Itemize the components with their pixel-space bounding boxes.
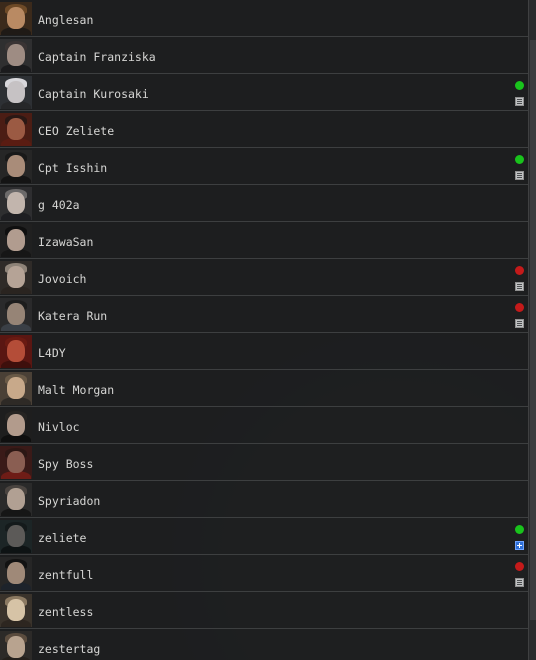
contact-name: Spy Boss bbox=[38, 457, 94, 471]
contact-list: Anglesan Captain Franziska Captain Kuros… bbox=[0, 0, 528, 660]
contact-row[interactable]: Malt Morgan bbox=[0, 371, 528, 407]
offline-status-icon bbox=[515, 562, 524, 571]
avatar[interactable] bbox=[0, 113, 32, 146]
contact-row[interactable]: Anglesan bbox=[0, 1, 528, 37]
avatar[interactable] bbox=[0, 335, 32, 368]
contact-name: Malt Morgan bbox=[38, 383, 115, 397]
contact-row[interactable]: IzawaSan bbox=[0, 223, 528, 259]
contact-row[interactable]: zentless bbox=[0, 593, 528, 629]
contact-row[interactable]: Captain Franziska bbox=[0, 38, 528, 74]
avatar[interactable] bbox=[0, 520, 32, 553]
avatar[interactable] bbox=[0, 150, 32, 183]
avatar[interactable] bbox=[0, 557, 32, 590]
contact-name: Cpt Isshin bbox=[38, 161, 108, 175]
contact-name: zentless bbox=[38, 605, 94, 619]
contact-name: zentfull bbox=[38, 568, 94, 582]
contact-name: Katera Run bbox=[38, 309, 108, 323]
contact-row[interactable]: zeliete bbox=[0, 519, 528, 555]
offline-status-icon bbox=[515, 303, 524, 312]
avatar[interactable] bbox=[0, 187, 32, 220]
scrollbar[interactable] bbox=[528, 0, 536, 660]
avatar[interactable] bbox=[0, 261, 32, 294]
avatar[interactable] bbox=[0, 409, 32, 442]
online-status-icon bbox=[515, 155, 524, 164]
contact-row[interactable]: zentfull bbox=[0, 556, 528, 592]
contact-row[interactable]: L4DY bbox=[0, 334, 528, 370]
avatar[interactable] bbox=[0, 39, 32, 72]
contact-row[interactable]: Cpt Isshin bbox=[0, 149, 528, 185]
contact-name: Nivloc bbox=[38, 420, 80, 434]
avatar[interactable] bbox=[0, 224, 32, 257]
note-icon[interactable] bbox=[515, 171, 524, 180]
avatar[interactable] bbox=[0, 631, 32, 660]
contact-row[interactable]: Jovoich bbox=[0, 260, 528, 296]
contact-name: IzawaSan bbox=[38, 235, 94, 249]
contact-row[interactable]: g 402a bbox=[0, 186, 528, 222]
contacts-window: Anglesan Captain Franziska Captain Kuros… bbox=[0, 0, 536, 660]
scrollbar-thumb[interactable] bbox=[530, 40, 536, 620]
avatar[interactable] bbox=[0, 483, 32, 516]
contact-name: L4DY bbox=[38, 346, 66, 360]
offline-status-icon bbox=[515, 266, 524, 275]
avatar[interactable] bbox=[0, 298, 32, 331]
avatar[interactable] bbox=[0, 446, 32, 479]
contact-row[interactable]: Spyriadon bbox=[0, 482, 528, 518]
avatar[interactable] bbox=[0, 2, 32, 35]
contact-row[interactable]: Nivloc bbox=[0, 408, 528, 444]
contact-name: zestertag bbox=[38, 642, 101, 656]
contact-name: Captain Kurosaki bbox=[38, 87, 149, 101]
contact-row[interactable]: zestertag bbox=[0, 630, 528, 660]
avatar[interactable] bbox=[0, 372, 32, 405]
online-status-icon bbox=[515, 81, 524, 90]
contact-row[interactable]: CEO Zeliete bbox=[0, 112, 528, 148]
note-icon[interactable] bbox=[515, 97, 524, 106]
contact-name: Jovoich bbox=[38, 272, 87, 286]
contact-name: Captain Franziska bbox=[38, 50, 156, 64]
contact-row[interactable]: Spy Boss bbox=[0, 445, 528, 481]
note-icon[interactable] bbox=[515, 578, 524, 587]
add-icon[interactable] bbox=[515, 541, 524, 550]
avatar[interactable] bbox=[0, 76, 32, 109]
contact-row[interactable]: Katera Run bbox=[0, 297, 528, 333]
note-icon[interactable] bbox=[515, 319, 524, 328]
contact-name: g 402a bbox=[38, 198, 80, 212]
contact-name: CEO Zeliete bbox=[38, 124, 115, 138]
online-status-icon bbox=[515, 525, 524, 534]
contact-name: Anglesan bbox=[38, 13, 94, 27]
note-icon[interactable] bbox=[515, 282, 524, 291]
contact-name: zeliete bbox=[38, 531, 87, 545]
contact-name: Spyriadon bbox=[38, 494, 101, 508]
avatar[interactable] bbox=[0, 594, 32, 627]
contact-row[interactable]: Captain Kurosaki bbox=[0, 75, 528, 111]
